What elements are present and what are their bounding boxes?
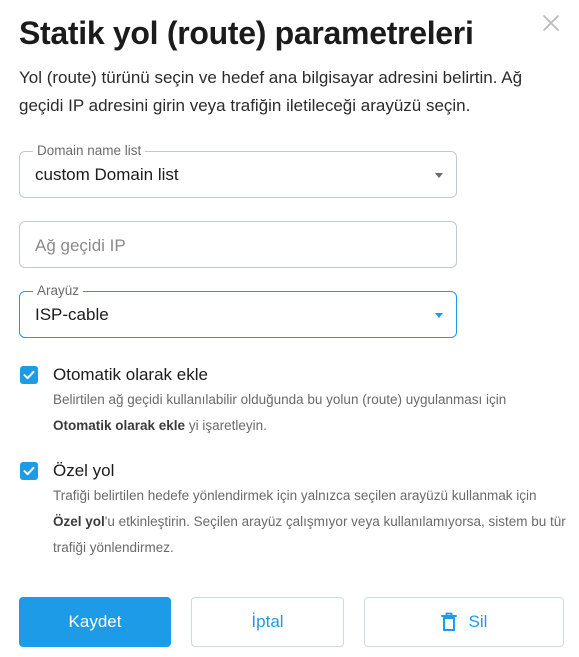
chevron-down-icon — [435, 313, 443, 318]
auto-add-help: Belirtilen ağ geçidi kullanılabilir oldu… — [53, 387, 568, 439]
delete-button-label: Sil — [468, 612, 488, 631]
auto-add-label: Otomatik olarak ekle — [53, 365, 208, 384]
save-button-label: Kaydet — [68, 612, 122, 631]
dialog-title: Statik yol (route) parametreleri — [19, 15, 474, 51]
cancel-button-label: İptal — [251, 612, 284, 631]
auto-add-help-suffix: yi işaretleyin. — [185, 418, 267, 433]
static-route-dialog: Statik yol (route) parametreleri Yol (ro… — [0, 0, 579, 657]
private-route-checkbox[interactable] — [20, 462, 38, 480]
save-button[interactable]: Kaydet — [19, 597, 171, 647]
auto-add-help-emphasis: Otomatik olarak ekle — [53, 418, 186, 433]
trash-icon — [440, 612, 457, 632]
chevron-down-icon — [435, 173, 443, 178]
private-route-help-text: Trafiği belirtilen hedefe yönlendirmek i… — [53, 488, 537, 503]
delete-button[interactable]: Sil — [364, 597, 564, 647]
dialog-description: Yol (route) türünü seçin ve hedef ana bi… — [19, 68, 523, 115]
auto-add-help-text: Belirtilen ağ geçidi kullanılabilir oldu… — [53, 392, 507, 407]
private-route-help-emphasis: Özel yol — [53, 514, 105, 529]
gateway-ip-placeholder: Ağ geçidi IP — [35, 236, 126, 255]
domain-list-select[interactable]: Domain name list custom Domain list — [19, 142, 457, 198]
private-route-label: Özel yol — [53, 461, 115, 480]
interface-select[interactable]: Arayüz ISP-cable — [19, 282, 457, 338]
interface-value: ISP-cable — [35, 305, 109, 324]
close-button[interactable] — [540, 12, 562, 34]
domain-list-value: custom Domain list — [35, 165, 179, 184]
private-route-help-suffix: 'u etkinleştirin. Seçilen arayüz çalışmı… — [53, 514, 566, 555]
checkmark-icon — [23, 370, 35, 380]
cancel-button[interactable]: İptal — [191, 597, 344, 647]
checkmark-icon — [23, 466, 35, 476]
close-icon — [543, 15, 559, 31]
private-route-help: Trafiği belirtilen hedefe yönlendirmek i… — [53, 483, 568, 561]
auto-add-checkbox[interactable] — [20, 366, 38, 384]
gateway-ip-input[interactable]: Ağ geçidi IP — [19, 221, 457, 268]
